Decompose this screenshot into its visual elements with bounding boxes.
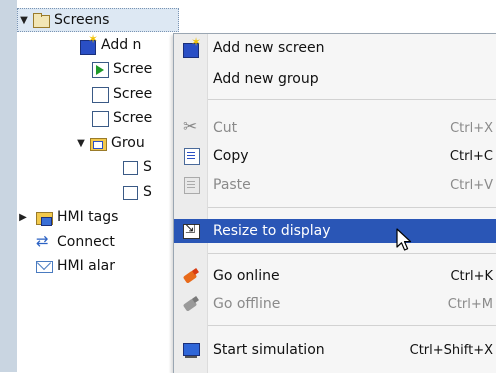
mouse-pointer-icon: [396, 228, 412, 251]
menu-item-copy[interactable]: Copy Ctrl+C: [174, 144, 496, 168]
menu-shortcut: Ctrl+X: [450, 120, 493, 136]
tree-item-label: Scree: [113, 86, 153, 102]
tree-item-label: Connect: [57, 234, 115, 250]
go-offline-icon: [182, 295, 200, 313]
menu-separator: [208, 207, 496, 208]
menu-item-label: Add new group: [213, 71, 319, 87]
tree-item-label: S: [143, 159, 152, 175]
tree-item-label: Scree: [113, 110, 153, 126]
expand-arrow-icon[interactable]: ▼: [18, 14, 30, 26]
menu-item-label: Add new screen: [213, 40, 325, 56]
simulation-monitor-icon: [182, 341, 200, 359]
screen-icon: [121, 158, 139, 176]
menu-item-cut[interactable]: Cut Ctrl+X: [174, 116, 496, 140]
menu-item-label: Resize to display: [213, 223, 331, 239]
context-menu: Add new screen Add new group Cut Ctrl+X …: [173, 33, 496, 373]
screen-icon: [91, 85, 109, 103]
tree-item-screen-start[interactable]: Scree: [91, 57, 152, 81]
tree-item-label: HMI alar: [57, 258, 115, 274]
menu-item-start-simulation[interactable]: Start simulation Ctrl+Shift+X: [174, 338, 496, 362]
tree-item-label: Scree: [113, 61, 153, 77]
menu-item-label: Go online: [213, 268, 280, 284]
tree-item-connections[interactable]: Connect: [35, 230, 115, 254]
tree-item-label: S: [143, 184, 152, 200]
tree-item-hmi-alarms[interactable]: HMI alar: [35, 254, 115, 278]
scissors-icon: [182, 117, 200, 137]
menu-item-add-new-screen[interactable]: Add new screen: [174, 35, 496, 60]
connections-icon: [35, 232, 53, 251]
add-screen-icon: [79, 33, 98, 55]
copy-icon: [182, 147, 200, 165]
paste-icon: [182, 176, 200, 194]
menu-item-label: Cut: [213, 120, 238, 136]
screen-icon: [91, 109, 109, 127]
alarm-icon: [35, 257, 53, 275]
tree-item-screen[interactable]: S: [121, 180, 152, 204]
expand-arrow-icon[interactable]: ▼: [75, 137, 87, 149]
tree-item-screen[interactable]: Scree: [91, 106, 152, 130]
menu-item-go-online[interactable]: Go online Ctrl+K: [174, 264, 496, 288]
menu-shortcut: Ctrl+Shift+X: [409, 342, 493, 358]
folder-icon: [32, 11, 50, 29]
tree-item-screens[interactable]: ▼ Screens: [17, 8, 179, 32]
tree-item-screen[interactable]: S: [121, 155, 152, 179]
menu-shortcut: Ctrl+V: [450, 177, 493, 193]
group-folder-icon: [89, 134, 107, 152]
start-screen-icon: [91, 60, 109, 78]
tree-item-add-new-screen[interactable]: Add n: [79, 33, 141, 57]
menu-shortcut: Ctrl+C: [449, 148, 493, 164]
menu-item-go-offline[interactable]: Go offline Ctrl+M: [174, 292, 496, 316]
menu-shortcut: Ctrl+K: [450, 268, 493, 284]
collapsed-arrow-icon[interactable]: ▶: [17, 211, 29, 223]
tree-item-group[interactable]: ▼ Grou: [75, 131, 145, 155]
tree-item-screen[interactable]: Scree: [91, 82, 152, 106]
menu-separator: [208, 253, 496, 254]
tree-item-hmi-tags[interactable]: ▶ HMI tags: [17, 205, 118, 229]
add-screen-icon: [182, 35, 201, 58]
menu-separator: [208, 325, 496, 326]
hmi-tags-icon: [35, 208, 53, 226]
menu-item-label: Paste: [213, 177, 251, 193]
screen-icon: [121, 183, 139, 201]
menu-shortcut: Ctrl+M: [447, 296, 493, 312]
menu-item-add-new-group[interactable]: Add new group: [174, 67, 496, 91]
menu-item-resize-to-display[interactable]: Resize to display: [174, 219, 496, 243]
left-gutter: [0, 0, 17, 372]
menu-item-label: Copy: [213, 148, 249, 164]
menu-item-label: Go offline: [213, 296, 281, 312]
resize-icon: [182, 222, 200, 240]
menu-item-paste[interactable]: Paste Ctrl+V: [174, 173, 496, 197]
menu-item-label: Start simulation: [213, 342, 325, 358]
menu-separator: [208, 99, 496, 100]
tree-item-label: Screens: [54, 12, 110, 28]
tree-item-label: Add n: [101, 37, 142, 53]
go-online-icon: [182, 267, 200, 285]
tree-item-label: Grou: [111, 135, 145, 151]
tree-item-label: HMI tags: [57, 209, 119, 225]
